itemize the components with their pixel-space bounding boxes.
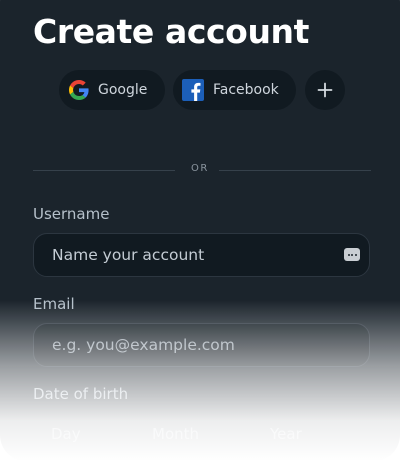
password-dots-icon[interactable] bbox=[344, 248, 360, 261]
signup-panel: Create account Google Facebook OR Userna… bbox=[0, 0, 400, 461]
dob-month-select[interactable]: Month bbox=[152, 425, 199, 443]
divider-line bbox=[33, 170, 175, 171]
email-placeholder: e.g. you@example.com bbox=[52, 336, 235, 354]
email-field[interactable]: e.g. you@example.com bbox=[33, 323, 370, 367]
or-divider: OR bbox=[33, 163, 371, 177]
more-signin-options-button[interactable] bbox=[305, 70, 345, 110]
facebook-icon bbox=[182, 79, 204, 101]
dob-label: Date of birth bbox=[33, 385, 129, 403]
email-label: Email bbox=[33, 295, 75, 313]
username-field[interactable]: Name your account bbox=[33, 233, 370, 277]
username-placeholder: Name your account bbox=[52, 246, 205, 264]
username-label: Username bbox=[33, 205, 110, 223]
dob-day-select[interactable]: Day bbox=[51, 425, 81, 443]
facebook-signin-button[interactable]: Facebook bbox=[173, 70, 296, 110]
google-label: Google bbox=[98, 82, 148, 98]
google-signin-button[interactable]: Google bbox=[59, 70, 165, 110]
signup-form: Create account Google Facebook OR Userna… bbox=[0, 0, 400, 461]
plus-icon bbox=[317, 82, 333, 98]
page-title: Create account bbox=[33, 12, 310, 51]
divider-text: OR bbox=[191, 163, 209, 174]
divider-line bbox=[219, 170, 371, 171]
facebook-label: Facebook bbox=[213, 82, 279, 98]
google-icon bbox=[69, 80, 89, 100]
dob-year-select[interactable]: Year bbox=[270, 425, 302, 443]
